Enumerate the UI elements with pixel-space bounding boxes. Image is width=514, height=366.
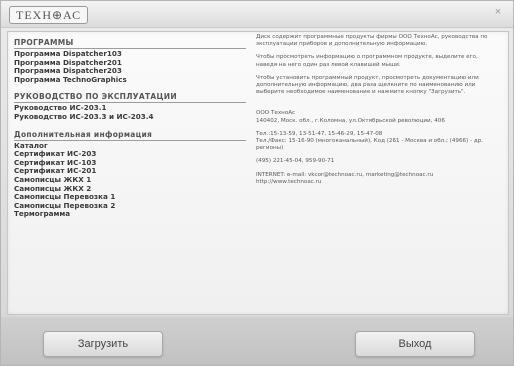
company-block: ООО ТехноАс 140402, Моск. обл., г.Коломн… (256, 110, 500, 124)
internet-block: INTERNET: e-mail: vkcor@technoac.ru, mar… (256, 172, 500, 186)
phone-moscow: (495) 221-45-04, 959-90-71 (256, 158, 335, 165)
company-name: ООО ТехноАс (256, 110, 296, 117)
company-logo: ТЕХН⊕АС (9, 6, 89, 24)
website-link[interactable]: http://www.technoac.ru (256, 179, 321, 185)
download-button[interactable]: Загрузить (43, 331, 163, 357)
section-manuals: РУКОВОДСТВО ПО ЭКСПЛУАТАЦИИ Руководство … (14, 92, 246, 121)
instructions-view: Чтобы просмотреть информацию о программн… (256, 54, 478, 68)
list-item[interactable]: Термограмма (14, 210, 246, 219)
phone-block: Тел.:15-13-59, 13-51-47, 15-46-29, 15-47… (256, 131, 500, 153)
intro-text: Диск содержит программные продукты фирмы… (256, 34, 488, 48)
fax-numbers: Тел./Факс: 15-16-90 (многоканальный), Ко… (256, 138, 484, 152)
section-programs: ПРОГРАММЫ Программа Dispatcher103 Програ… (14, 38, 246, 84)
instructions-install: Чтобы установить программный продукт, пр… (256, 74, 479, 96)
section-additional: Дополнительная информация Каталог Сертиф… (14, 130, 246, 219)
list-item[interactable]: Руководство ИС-203.3 и ИС-203.4 (14, 112, 246, 122)
title-bar[interactable]: ТЕХН⊕АС × (1, 1, 513, 28)
phone-numbers: Тел.:15-13-59, 13-51-47, 15-46-29, 15-47… (256, 130, 383, 137)
company-address: 140402, Моск. обл., г.Коломна, ул.Октябр… (256, 117, 445, 124)
section-header: ПРОГРАММЫ (14, 38, 246, 49)
list-item[interactable]: Программа TechnoGraphics (14, 75, 246, 85)
info-panel: Диск содержит программные продукты фирмы… (256, 34, 500, 192)
exit-button[interactable]: Выход (355, 331, 475, 357)
app-window: ТЕХН⊕АС × ПРОГРАММЫ Программа Dispatcher… (0, 0, 514, 366)
close-icon[interactable]: × (491, 5, 505, 19)
content-panel: ПРОГРАММЫ Программа Dispatcher103 Програ… (7, 31, 509, 315)
section-header: РУКОВОДСТВО ПО ЭКСПЛУАТАЦИИ (14, 92, 246, 104)
section-header: Дополнительная информация (14, 130, 246, 141)
item-list: ПРОГРАММЫ Программа Dispatcher103 Програ… (14, 38, 246, 227)
button-bar: Загрузить Выход (1, 317, 513, 365)
email-text: INTERNET: e-mail: vkcor@technoac.ru, mar… (256, 171, 434, 178)
